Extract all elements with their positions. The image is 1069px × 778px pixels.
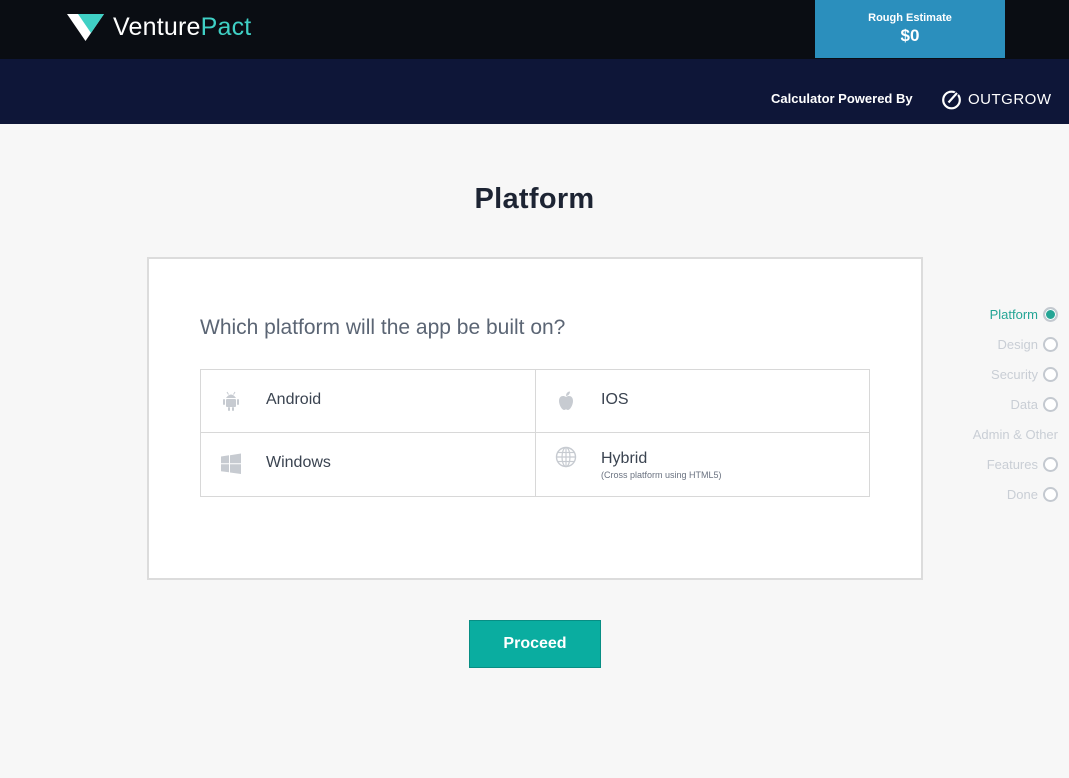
estimate-value: $0 [900, 26, 920, 45]
option-ios[interactable]: IOS [536, 370, 869, 433]
option-android[interactable]: Android [201, 370, 536, 433]
options-grid: Android IOS Windows Hybrid (Cross platfo… [200, 369, 870, 497]
triangle-logo-icon [67, 14, 104, 41]
step-security[interactable]: Security [991, 367, 1058, 382]
step-label: Design [997, 337, 1038, 352]
step-dot-icon [1043, 397, 1058, 412]
globe-icon [555, 446, 577, 468]
step-label: Done [1006, 487, 1038, 502]
step-label: Security [991, 367, 1038, 382]
windows-icon [221, 453, 241, 474]
outgrow-mark-icon [942, 90, 961, 110]
step-done[interactable]: Done [1007, 487, 1058, 502]
step-admin-other[interactable]: Admin & Other [973, 427, 1058, 442]
brand-name-part2: Pact [200, 13, 252, 41]
step-platform[interactable]: Platform [990, 307, 1058, 322]
step-dot-icon [1043, 487, 1058, 502]
option-sublabel: (Cross platform using HTML5) [601, 470, 722, 480]
powered-by-label: Calculator Powered By [771, 91, 913, 106]
step-dot-icon [1043, 337, 1058, 352]
step-label: Features [986, 457, 1038, 472]
step-dot-icon [1043, 367, 1058, 382]
step-data[interactable]: Data [1011, 397, 1058, 412]
rough-estimate-panel: Rough Estimate $0 [815, 0, 1005, 58]
question-text: Which platform will the app be built on? [200, 316, 566, 339]
option-hybrid[interactable]: Hybrid (Cross platform using HTML5) [536, 433, 869, 496]
step-design[interactable]: Design [998, 337, 1058, 352]
question-card: Which platform will the app be built on?… [147, 257, 923, 580]
option-label: IOS [601, 391, 629, 408]
option-label: Hybrid [601, 450, 648, 467]
apple-icon [559, 391, 573, 410]
venturepact-logo[interactable]: VenturePact [67, 13, 251, 42]
brand-name-part1: Venture [113, 13, 201, 41]
option-label: Windows [266, 454, 331, 471]
outgrow-logo[interactable]: OUTGROW [941, 89, 1052, 110]
proceed-button[interactable]: Proceed [469, 620, 601, 668]
step-label: Admin & Other [972, 427, 1058, 442]
option-label: Android [266, 391, 322, 408]
step-features[interactable]: Features [987, 457, 1058, 472]
step-dot-icon [1043, 307, 1058, 322]
page-title: Platform [474, 183, 595, 215]
android-icon [223, 391, 239, 411]
step-dot-icon [1043, 457, 1058, 472]
outgrow-text: OUTGROW [968, 91, 1052, 108]
estimate-label: Rough Estimate [868, 12, 952, 24]
brand-name: VenturePact [113, 13, 251, 42]
step-label: Platform [989, 307, 1038, 322]
step-label: Data [1010, 397, 1038, 412]
option-windows[interactable]: Windows [201, 433, 536, 496]
